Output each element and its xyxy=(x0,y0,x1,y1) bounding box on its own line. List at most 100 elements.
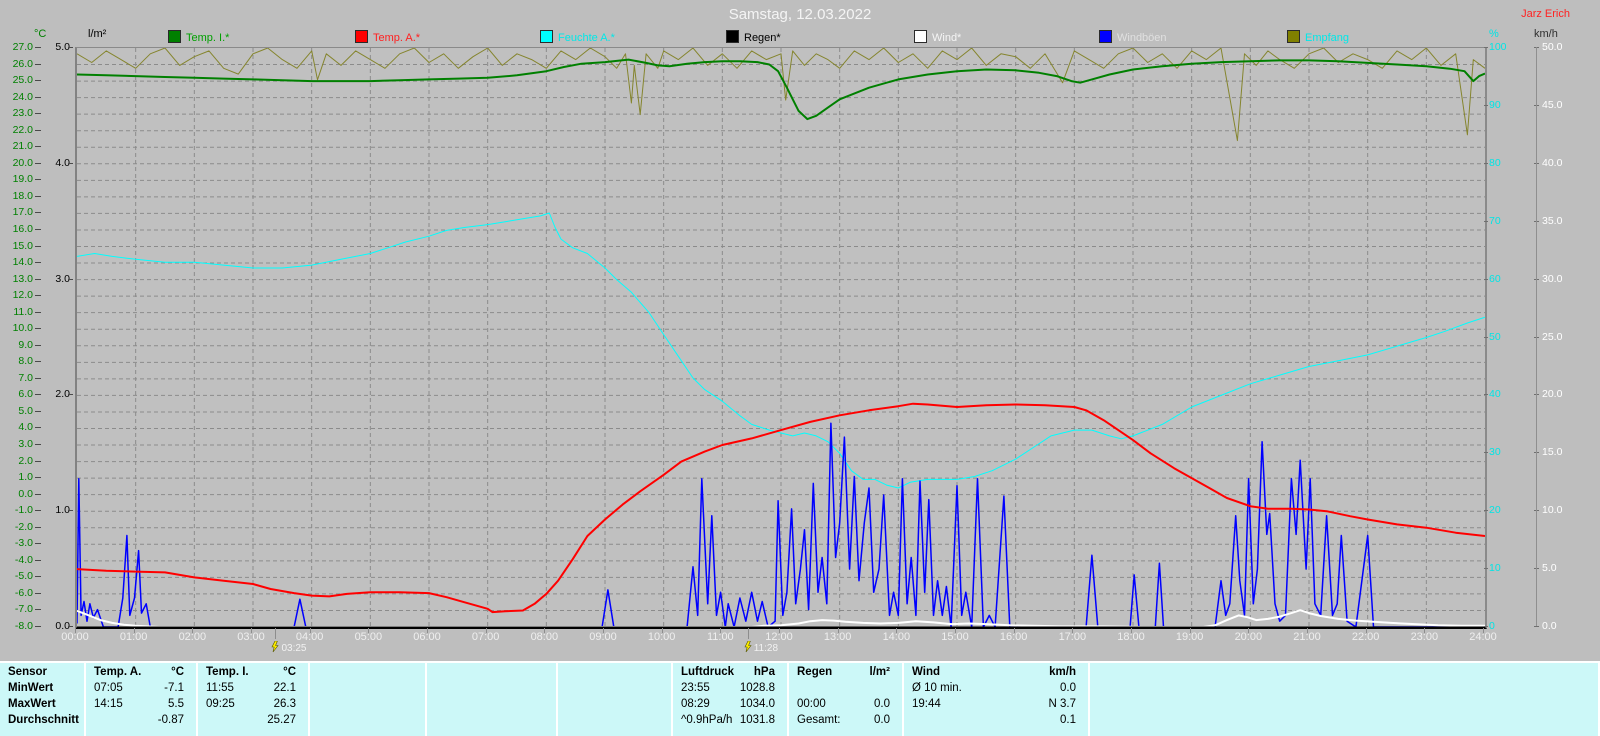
table-cell: 19:44 N 3.7 xyxy=(904,698,1088,714)
axis-tick-label: 35.0 xyxy=(1542,214,1563,227)
axis-tick-label: 0.0 xyxy=(18,487,33,500)
cell-value xyxy=(890,682,902,698)
cell-label: Regen xyxy=(797,666,833,678)
axis-tick-label: 9.0 xyxy=(18,338,33,351)
cell-label: Luftdruck xyxy=(681,666,735,678)
table-cell xyxy=(1090,698,1598,714)
table-row-label: MaxWert xyxy=(0,698,84,714)
axis-tick-label: 80 xyxy=(1489,156,1501,169)
axis-tick xyxy=(35,377,41,379)
table-column-luftdruck: Luftdruck hPa 23:55 1028.8 08:29 1034.0 ^0.9hP… xyxy=(673,663,789,736)
cell-label xyxy=(558,714,566,730)
table-column-empty xyxy=(1090,663,1600,736)
axis-tick-label: 15.0 xyxy=(1542,446,1563,459)
axis-tick xyxy=(68,510,73,512)
legend-label: Feuchte A.* xyxy=(558,32,615,44)
axis-tick-label: 15.0 xyxy=(12,239,33,252)
axis-tick-label: 60 xyxy=(1489,272,1501,285)
axis-tick-label: 1.0 xyxy=(55,504,70,517)
cell-label: 09:25 xyxy=(206,698,235,710)
legend-swatch-icon xyxy=(540,30,553,43)
cell-value xyxy=(659,698,671,714)
cell-value: 1031.8 xyxy=(739,714,775,726)
axis-tick-label: 2.0 xyxy=(55,388,70,401)
axis-tick-label: 0.0 xyxy=(55,620,70,632)
row-label-text: MaxWert xyxy=(8,698,56,710)
legend-swatch-icon xyxy=(1099,30,1112,43)
cell-value xyxy=(413,698,425,714)
axis-tick xyxy=(35,460,41,462)
x-tick xyxy=(251,628,252,633)
axis-tick-label: 6.0 xyxy=(18,388,33,401)
axis-tick-label: 5.0 xyxy=(1542,562,1557,575)
axis-tick-label: 14.0 xyxy=(12,256,33,269)
cell-value xyxy=(659,714,671,730)
lightning-icon xyxy=(271,640,280,653)
axis-tick-label: 0.0 xyxy=(1542,620,1557,632)
x-tick xyxy=(1365,628,1367,633)
axis-tick xyxy=(1484,220,1488,222)
table-cell: Gesamt: 0.0 xyxy=(789,714,902,730)
table-cell: Temp. A. °C xyxy=(86,666,196,682)
axis-tick-label: 5.0 xyxy=(18,404,33,417)
axis-tick-label: 45.0 xyxy=(1542,98,1563,111)
x-tick xyxy=(955,628,956,633)
table-cell xyxy=(558,666,671,682)
axis-tick-label: 10.0 xyxy=(12,322,33,335)
table-row-label: Sensor xyxy=(0,666,84,682)
legend-item-windben: Windböen xyxy=(1099,30,1167,44)
cell-label xyxy=(427,698,435,714)
axis-unit-percent: % xyxy=(1489,28,1499,40)
axis-unit-celsius: °C xyxy=(34,28,47,40)
axis-tick-label: 10.0 xyxy=(1542,504,1563,517)
table-cell: 07:05 -7.1 xyxy=(86,682,196,698)
table-cell: 25.27 xyxy=(198,714,308,730)
axis-tick xyxy=(35,129,41,131)
axis-unit-rain: l/m² xyxy=(88,28,107,40)
cell-value: 25.27 xyxy=(267,714,296,726)
axis-tick-label: 16.0 xyxy=(12,222,33,235)
cell-label xyxy=(427,714,435,730)
table-column-tempa: Temp. A. °C 07:05 -7.1 14:15 5.5 -0.87 xyxy=(86,663,198,736)
cell-value xyxy=(544,666,556,682)
cell-value: °C xyxy=(283,666,296,678)
x-tick xyxy=(661,628,663,633)
x-tick xyxy=(603,628,604,633)
x-tick xyxy=(837,628,839,633)
table-row-label: MinWert xyxy=(0,682,84,698)
table-cell: -0.87 xyxy=(86,714,196,730)
axis-tick-label: 11.0 xyxy=(13,305,33,318)
axis-tick-label: 30 xyxy=(1489,446,1501,459)
axis-tick-label: 8.0 xyxy=(18,355,33,368)
axis-tick xyxy=(68,162,73,164)
x-tick xyxy=(1189,628,1191,633)
author-watermark: Jarz Erich xyxy=(1521,8,1570,20)
cell-label: Temp. I. xyxy=(206,666,249,678)
axis-tick xyxy=(35,427,41,429)
cell-label: Wind xyxy=(912,666,940,678)
axis-tick xyxy=(35,477,41,479)
table-cell xyxy=(310,714,425,730)
table-cell: 00:00 0.0 xyxy=(789,698,902,714)
axis-tick xyxy=(35,311,41,313)
cell-label xyxy=(789,682,797,698)
chart-canvas xyxy=(77,48,1485,627)
axis-tick xyxy=(68,278,73,280)
axis-tick-label: 25.0 xyxy=(1542,330,1563,343)
legend-swatch-icon xyxy=(355,30,368,43)
axis-tick-label: 70 xyxy=(1489,214,1501,227)
axis-tick xyxy=(35,361,41,363)
x-tick xyxy=(1248,628,1250,633)
cell-value: km/h xyxy=(1049,666,1076,678)
cell-label xyxy=(558,682,566,698)
cell-value: °C xyxy=(171,666,184,678)
lightning-icon xyxy=(744,640,752,653)
x-tick xyxy=(1131,628,1132,633)
axis-tick xyxy=(1484,568,1488,570)
axis-tick xyxy=(1484,452,1488,454)
chart-title: Samstag, 12.03.2022 xyxy=(728,6,872,23)
table-column-empty xyxy=(310,663,427,736)
cell-label xyxy=(558,698,566,714)
axis-tick xyxy=(1484,47,1488,48)
cell-value xyxy=(413,666,425,682)
